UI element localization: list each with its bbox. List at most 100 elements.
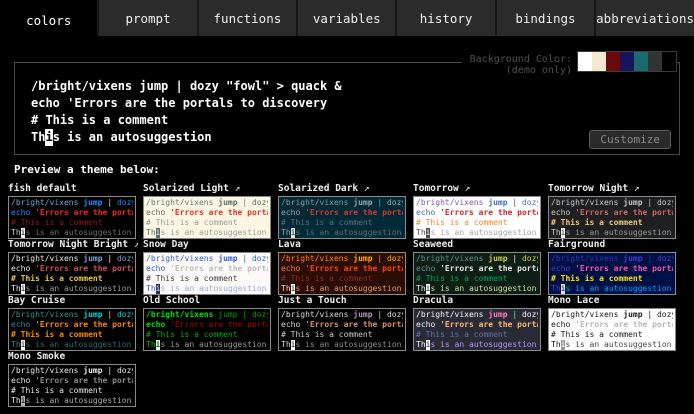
text-segment: echo — [551, 264, 575, 273]
theme-title[interactable]: Snow Day — [143, 239, 273, 251]
theme-title[interactable]: Mono Lace — [548, 295, 678, 307]
theme-grid: fish default/bright/vixens jump | dozy "… — [8, 183, 688, 407]
text-segment: 'Errors are the portals to discovery — [35, 208, 133, 217]
theme-title[interactable]: Tomorrow ↗ — [413, 183, 543, 195]
tab-functions[interactable]: functions — [197, 0, 296, 36]
theme-preview-box[interactable]: /bright/vixens jump | dozy "fowl" > quac… — [8, 252, 136, 295]
theme-card-just-a-touch[interactable]: Just a Touch/bright/vixens jump | dozy "… — [278, 295, 408, 351]
text-segment: echo — [416, 320, 440, 329]
background-swatch-3[interactable] — [620, 52, 634, 71]
external-link-icon[interactable]: ↗ — [459, 183, 470, 194]
external-link-icon[interactable]: ↗ — [628, 183, 639, 194]
theme-card-tomorrow[interactable]: Tomorrow ↗/bright/vixens jump | dozy "fo… — [413, 183, 543, 239]
theme-name: Solarized Dark — [278, 183, 358, 194]
theme-title[interactable]: Solarized Dark ↗ — [278, 183, 408, 195]
theme-title[interactable]: Mono Smoke — [8, 351, 138, 363]
theme-card-tomorrow-night[interactable]: Tomorrow Night ↗/bright/vixens jump | do… — [548, 183, 678, 239]
theme-card-bay-cruise[interactable]: Bay Cruise/bright/vixens jump | dozy "fo… — [8, 295, 138, 351]
theme-preview-box[interactable]: /bright/vixens jump | dozy "fowl" > quac… — [413, 252, 541, 295]
theme-title[interactable]: Lava — [278, 239, 408, 251]
text-segment: # This is a comment — [146, 218, 238, 227]
text-segment: 'Errors are the portals to discovery — [35, 264, 133, 273]
text-segment: 'Errors are the portals to discovery — [35, 320, 133, 329]
theme-title[interactable]: fish default — [8, 183, 138, 195]
external-link-icon[interactable]: ↗ — [358, 183, 369, 194]
theme-card-mono-smoke[interactable]: Mono Smoke/bright/vixens jump | dozy "fo… — [8, 351, 138, 407]
theme-preview-box[interactable]: /bright/vixens jump | dozy "fowl" > quac… — [143, 252, 271, 295]
terminal-line: /bright/vixens jump | dozy "fowl" > quac… — [416, 254, 538, 264]
tab-colors[interactable]: colors — [0, 0, 97, 40]
theme-card-solarized-light[interactable]: Solarized Light ↗/bright/vixens jump | d… — [143, 183, 273, 239]
theme-preview-box[interactable]: /bright/vixens jump | dozy "fowl" > quac… — [278, 196, 406, 239]
theme-preview-box[interactable]: /bright/vixens jump | dozy "fowl" > quac… — [278, 252, 406, 295]
background-swatch-2[interactable] — [606, 52, 620, 71]
terminal-line: This is an autosuggestion — [146, 284, 268, 294]
tab-prompt[interactable]: prompt — [97, 0, 196, 36]
text-segment: jump — [623, 198, 642, 207]
theme-card-tomorrow-night-bright[interactable]: Tomorrow Night Bright ↗/bright/vixens ju… — [8, 239, 138, 295]
tab-variables[interactable]: variables — [296, 0, 395, 36]
theme-card-old-school[interactable]: Old School/bright/vixens jump | dozy "fo… — [143, 295, 273, 351]
tab-bindings[interactable]: bindings — [495, 0, 594, 36]
text-segment: s is an autosuggestion — [53, 130, 212, 144]
theme-preview-box[interactable]: /bright/vixens jump | dozy "fowl" > quac… — [143, 308, 271, 351]
text-segment: # This is a comment — [11, 218, 103, 227]
theme-title[interactable]: Just a Touch — [278, 295, 408, 307]
text-segment: Th — [146, 228, 156, 237]
theme-card-lava[interactable]: Lava/bright/vixens jump | dozy "fowl" > … — [278, 239, 408, 295]
external-link-icon[interactable]: ↗ — [229, 183, 240, 194]
theme-preview-box[interactable]: /bright/vixens jump | dozy "fowl" > quac… — [278, 308, 406, 351]
text-segment: # This is a comment — [416, 218, 508, 227]
theme-preview-box[interactable]: /bright/vixens jump | dozy "fowl" > quac… — [548, 308, 676, 351]
terminal-line: # This is a comment — [281, 218, 403, 228]
theme-preview-box[interactable]: /bright/vixens jump | dozy "fowl" > quac… — [413, 196, 541, 239]
theme-title[interactable]: Old School — [143, 295, 273, 307]
text-segment: Th — [551, 228, 561, 237]
customize-button[interactable]: Customize — [589, 130, 671, 149]
background-swatch-1[interactable] — [592, 52, 606, 71]
theme-preview-box[interactable]: /bright/vixens jump | dozy "fowl" > quac… — [548, 196, 676, 239]
text-segment: s is an autosuggestion — [160, 340, 266, 349]
text-segment: echo — [146, 208, 170, 217]
text-segment: /bright/vixens — [416, 254, 488, 263]
theme-card-seaweed[interactable]: Seaweed/bright/vixens jump | dozy "fowl"… — [413, 239, 543, 295]
theme-card-snow-day[interactable]: Snow Day/bright/vixens jump | dozy "fowl… — [143, 239, 273, 295]
theme-preview-box[interactable]: /bright/vixens jump | dozy "fowl" > quac… — [413, 308, 541, 351]
external-link-icon[interactable]: ↗ — [128, 239, 138, 250]
background-swatch-4[interactable] — [634, 52, 648, 71]
theme-card-fairground[interactable]: Fairground/bright/vixens jump | dozy "fo… — [548, 239, 678, 295]
theme-preview-box[interactable]: /bright/vixens jump | dozy "fowl" > quac… — [8, 196, 136, 239]
theme-title[interactable]: Fairground — [548, 239, 678, 251]
theme-title[interactable]: Seaweed — [413, 239, 543, 251]
theme-card-fish-default[interactable]: fish default/bright/vixens jump | dozy "… — [8, 183, 138, 239]
text-segment: /bright/vixens — [416, 198, 488, 207]
text-segment: 'Errors are the portals to discovery — [170, 208, 268, 217]
tab-history[interactable]: history — [395, 0, 494, 36]
theme-card-solarized-dark[interactable]: Solarized Dark ↗/bright/vixens jump | do… — [278, 183, 408, 239]
tab-abbreviations[interactable]: abbreviations — [594, 0, 694, 36]
theme-title[interactable]: Tomorrow Night Bright ↗ — [8, 239, 138, 251]
text-segment: Th — [416, 228, 426, 237]
text-segment: Th — [11, 228, 21, 237]
text-segment: # This is a comment — [551, 274, 643, 283]
theme-title[interactable]: Dracula — [413, 295, 543, 307]
theme-preview-box[interactable]: /bright/vixens jump | dozy "fowl" > quac… — [8, 364, 136, 407]
text-segment: echo — [551, 320, 575, 329]
background-swatch-5[interactable] — [648, 52, 662, 71]
theme-title[interactable]: Bay Cruise — [8, 295, 138, 307]
text-segment: # This is a comment — [11, 330, 103, 339]
theme-preview-box[interactable]: /bright/vixens jump | dozy "fowl" > quac… — [143, 196, 271, 239]
background-swatch-6[interactable] — [662, 52, 676, 71]
text-segment: | — [508, 198, 522, 207]
background-swatch-0[interactable] — [578, 52, 592, 71]
text-segment: 'Errors are the portals to discovery — [575, 208, 673, 217]
theme-title[interactable]: Solarized Light ↗ — [143, 183, 273, 195]
theme-preview-box[interactable]: /bright/vixens jump | dozy "fowl" > quac… — [548, 252, 676, 295]
theme-card-dracula[interactable]: Dracula/bright/vixens jump | dozy "fowl"… — [413, 295, 543, 351]
text-segment: 'Errors are the portals to discovery — [305, 320, 403, 329]
text-segment: /bright/vixens — [551, 254, 623, 263]
terminal-line: echo 'Errors are the portals to discover… — [31, 95, 342, 112]
theme-title[interactable]: Tomorrow Night ↗ — [548, 183, 678, 195]
theme-preview-box[interactable]: /bright/vixens jump | dozy "fowl" > quac… — [8, 308, 136, 351]
theme-card-mono-lace[interactable]: Mono Lace/bright/vixens jump | dozy "fow… — [548, 295, 678, 351]
